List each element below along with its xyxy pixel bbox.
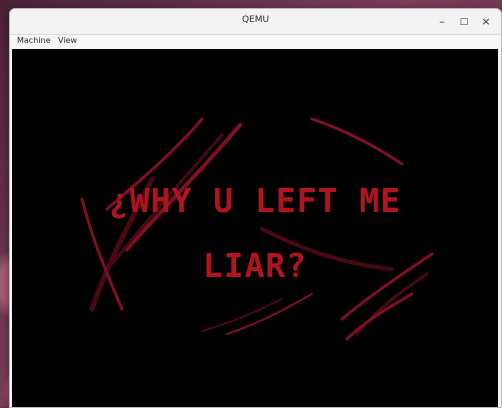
menu-machine[interactable]: Machine xyxy=(15,36,53,45)
window-titlebar[interactable]: QEMU – □ × xyxy=(10,9,501,35)
vm-display[interactable]: ¿WHY U LEFT ME LIAR? xyxy=(12,49,498,407)
qemu-window: QEMU – □ × Machine View ¿WHY U LEFT ME L… xyxy=(9,8,502,408)
menubar: Machine View xyxy=(10,35,501,48)
window-title: QEMU xyxy=(241,15,270,25)
scratch-marks xyxy=(80,117,434,341)
message-line-1: ¿WHY U LEFT ME xyxy=(109,181,401,220)
minimize-button[interactable]: – xyxy=(434,14,450,30)
vm-display-canvas: ¿WHY U LEFT ME LIAR? xyxy=(80,117,434,341)
maximize-button[interactable]: □ xyxy=(456,14,472,30)
close-button[interactable]: × xyxy=(478,14,494,30)
scratch-mark xyxy=(310,117,404,166)
scratch-mark xyxy=(201,298,283,332)
message-line-2: LIAR? xyxy=(203,246,307,285)
menu-view[interactable]: View xyxy=(56,36,79,45)
scratch-mark xyxy=(226,293,313,335)
